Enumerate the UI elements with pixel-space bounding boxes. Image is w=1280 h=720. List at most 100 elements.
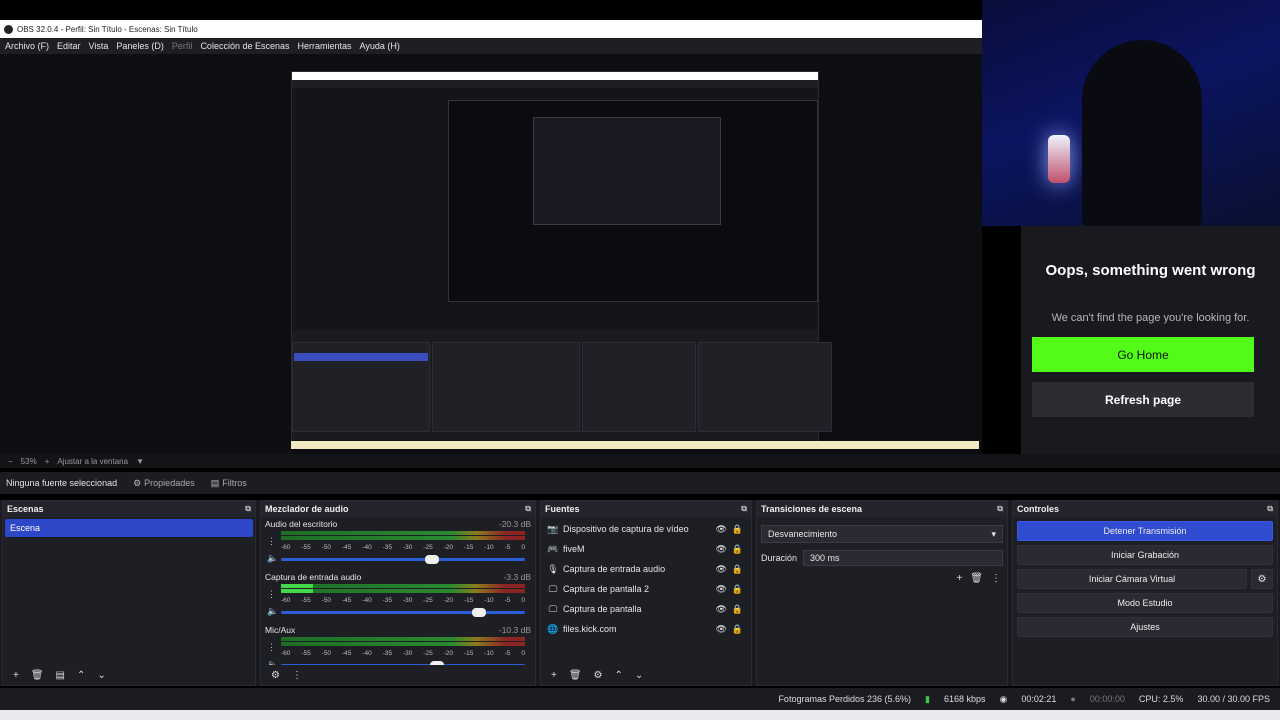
channel-header: Mic/Aux -10.3 dB <box>265 625 531 635</box>
add-scene-icon[interactable]: + <box>13 670 19 681</box>
volume-meter <box>281 531 525 545</box>
channel-icons: ⋮ 🔈 <box>267 586 278 620</box>
add-transition-icon[interactable]: + <box>956 573 962 584</box>
source-item[interactable]: 🎙 Captura de entrada audio 👁 🔒 <box>541 559 751 579</box>
speaker-icon[interactable]: 🔈 <box>267 603 278 620</box>
menu-archivo[interactable]: Archivo (F) <box>5 41 49 51</box>
rec-icon: ● <box>1070 694 1076 704</box>
zoom-out-icon[interactable]: − <box>8 457 13 466</box>
globe-icon: 🌐 <box>547 623 559 634</box>
settings-button[interactable]: Ajustes <box>1017 617 1273 637</box>
source-item[interactable]: 🎮 fiveM 👁 🔒 <box>541 539 751 559</box>
lock-icon[interactable]: 🔒 <box>732 544 743 555</box>
mixer-title: Mezclador de audio <box>265 504 349 514</box>
meter-tick-label: -40 <box>362 544 372 551</box>
menu-perfil[interactable]: Perfil <box>172 41 193 51</box>
gear-icon[interactable]: ⚙ <box>271 670 280 681</box>
eye-icon[interactable]: 👁 <box>716 624 727 635</box>
dropped-frames: Fotogramas Perdidos 236 (5.6%) <box>778 694 912 704</box>
eye-icon[interactable]: 👁 <box>716 564 727 575</box>
trash-icon[interactable]: 🗑 <box>569 670 582 681</box>
menu-coleccion[interactable]: Colección de Escenas <box>200 41 289 51</box>
nested-canvas <box>448 100 818 302</box>
refresh-page-button[interactable]: Refresh page <box>1032 382 1254 417</box>
gear-icon[interactable]: ⚙ <box>594 670 603 681</box>
no-source-label: Ninguna fuente seleccionad <box>6 478 118 488</box>
lock-icon[interactable]: 🔒 <box>732 524 743 535</box>
source-item[interactable]: 🖵 Captura de pantalla 2 👁 🔒 <box>541 579 751 599</box>
signal-icon: ▮ <box>925 693 930 704</box>
arrow-up-icon[interactable]: ⌃ <box>77 670 85 681</box>
sources-header: Fuentes ⧉ <box>541 501 751 517</box>
more-options-icon[interactable]: ⋮ <box>267 639 278 656</box>
mixer-channels: Audio del escritorio -20.3 dB ⋮ 🔈 -60 -55 -50-… <box>261 517 535 676</box>
duration-input[interactable]: 300 ms <box>803 550 1003 566</box>
more-options-icon[interactable]: ⋮ <box>267 533 278 550</box>
popout-icon[interactable]: ⧉ <box>525 504 531 514</box>
slider-knob[interactable] <box>471 608 486 617</box>
menu-ayuda[interactable]: Ayuda (H) <box>360 41 400 51</box>
menu-vista[interactable]: Vista <box>89 41 109 51</box>
volume-slider[interactable] <box>281 555 525 564</box>
zoom-fit-dropdown[interactable]: Ajustar a la ventana <box>57 457 128 466</box>
meter-tick-label: 0 <box>521 650 525 657</box>
meter-tick-label: -30 <box>402 544 413 551</box>
properties-button[interactable]: ⚙ Propiedades <box>133 478 195 489</box>
gear-icon[interactable]: ⚙ <box>1251 569 1273 589</box>
lock-icon[interactable]: 🔒 <box>732 584 743 595</box>
start-recording-button[interactable]: Iniciar Grabación <box>1017 545 1273 565</box>
arrow-up-icon[interactable]: ⌃ <box>615 670 623 681</box>
lock-icon[interactable]: 🔒 <box>732 624 743 635</box>
lock-icon[interactable]: 🔒 <box>732 604 743 615</box>
studio-mode-button[interactable]: Modo Estudio <box>1017 593 1273 613</box>
popout-icon[interactable]: ⧉ <box>245 504 251 514</box>
filters-button[interactable]: ▤ Filtros <box>211 478 247 489</box>
window-title: OBS 32.0.4 - Perfil: Sin Título - Escena… <box>17 24 198 34</box>
more-options-icon[interactable]: ⋮ <box>292 670 302 681</box>
popout-icon[interactable]: ⧉ <box>741 504 747 514</box>
nested-scenes-dock <box>292 342 430 432</box>
filter-icon[interactable]: ▤ <box>56 670 65 681</box>
go-home-button[interactable]: Go Home <box>1032 337 1254 372</box>
lock-icon[interactable]: 🔒 <box>732 564 743 575</box>
chevron-down-icon[interactable]: ▼ <box>136 457 144 466</box>
start-virtual-cam-button[interactable]: Iniciar Cámara Virtual <box>1017 569 1247 589</box>
speaker-icon[interactable]: 🔈 <box>267 550 278 567</box>
meter-tick-label: -45 <box>341 544 352 551</box>
eye-icon[interactable]: 👁 <box>716 604 727 615</box>
volume-meter <box>281 584 525 598</box>
eye-icon[interactable]: 👁 <box>716 584 727 595</box>
trash-icon[interactable]: 🗑 <box>31 670 44 681</box>
trash-icon[interactable]: 🗑 <box>970 573 983 584</box>
popout-icon[interactable]: ⧉ <box>1267 504 1273 514</box>
add-source-icon[interactable]: + <box>551 670 557 681</box>
menu-editar[interactable]: Editar <box>57 41 81 51</box>
arrow-down-icon[interactable]: ⌄ <box>635 670 643 681</box>
source-item[interactable]: 🖵 Captura de pantalla 👁 🔒 <box>541 599 751 619</box>
popout-icon[interactable]: ⧉ <box>997 504 1003 514</box>
eye-icon[interactable]: 👁 <box>716 524 727 535</box>
nested-mixer-dock <box>432 342 580 432</box>
more-options-icon[interactable]: ⋮ <box>267 586 278 603</box>
meter-bar <box>281 642 525 646</box>
slider-knob[interactable] <box>425 555 440 564</box>
gear-icon: ⚙ <box>133 477 142 488</box>
meter-tick-label: -20 <box>443 597 454 604</box>
menu-herramientas[interactable]: Herramientas <box>298 41 352 51</box>
transition-select[interactable]: Desvanecimiento ▾ <box>761 525 1003 543</box>
arrow-down-icon[interactable]: ⌄ <box>97 670 105 681</box>
more-options-icon[interactable]: ⋮ <box>991 573 1001 584</box>
scene-item[interactable]: Escena <box>5 519 253 537</box>
volume-slider[interactable] <box>281 608 525 617</box>
source-item[interactable]: 🌐 files.kick.com 👁 🔒 <box>541 619 751 639</box>
eye-icon[interactable]: 👁 <box>716 544 727 555</box>
browser-error-panel: Oops, something went wrong We can't find… <box>1021 226 1280 454</box>
nested-menu-bar <box>292 80 818 88</box>
source-item[interactable]: 📷 Dispositivo de captura de vídeo 👁 🔒 <box>541 519 751 539</box>
zoom-in-icon[interactable]: + <box>45 457 50 466</box>
mixer-footer: ⚙ ⋮ <box>261 665 535 685</box>
menu-bar: Archivo (F) Editar Vista Paneles (D) Per… <box>0 38 982 54</box>
menu-paneles[interactable]: Paneles (D) <box>116 41 164 51</box>
stop-stream-button[interactable]: Detener Transmisión <box>1017 521 1273 541</box>
zoom-percent: 53% <box>20 456 37 466</box>
